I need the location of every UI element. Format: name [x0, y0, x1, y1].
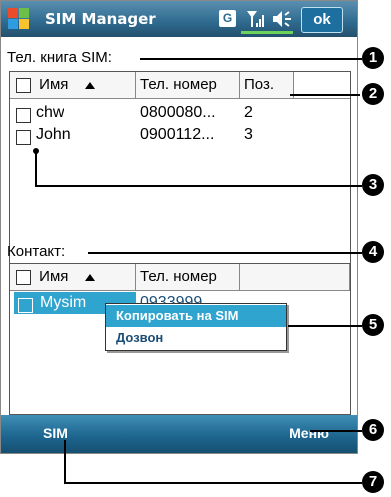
row-checkbox[interactable]	[16, 108, 31, 124]
speaker-icon[interactable]	[271, 9, 295, 29]
select-all-checkbox[interactable]	[16, 77, 31, 93]
sort-ascending-icon	[84, 273, 95, 281]
column-header-phone[interactable]: Тел. номер	[136, 264, 240, 290]
row-checkbox[interactable]	[16, 130, 31, 146]
callout-1: 1	[362, 47, 384, 69]
menu-item-copy-to-sim[interactable]: Копировать на SIM	[106, 305, 286, 327]
contacts-label: Контакт:	[7, 243, 66, 260]
device-screen: SIM Manager G ok Тел. книга SIM: Имя Тел…	[0, 0, 358, 454]
callout-line-5	[288, 325, 362, 327]
gprs-status-icon[interactable]: G	[219, 10, 236, 27]
callout-line-6	[310, 430, 362, 432]
app-title: SIM Manager	[45, 10, 156, 28]
callout-line-2	[290, 94, 360, 96]
list-item[interactable]: chw 0800080... 2	[10, 102, 350, 124]
callout-2: 2	[362, 83, 384, 105]
column-header-empty	[240, 264, 350, 290]
callout-line-4	[88, 252, 362, 254]
callout-vline-3	[35, 150, 37, 185]
contacts-list-header: Имя Тел. номер	[10, 264, 350, 291]
callout-line-1	[140, 58, 362, 60]
sim-phonebook-label: Тел. книга SIM:	[7, 49, 112, 66]
windows-flag-icon[interactable]	[7, 7, 31, 31]
contact-phone: 0900112...	[140, 126, 215, 143]
contact-position: 2	[244, 104, 253, 121]
column-header-position[interactable]: Поз.	[240, 72, 294, 98]
callout-line-3	[35, 185, 362, 187]
menu-item-dial[interactable]: Дозвон	[106, 327, 286, 349]
sort-ascending-icon	[84, 81, 95, 89]
callout-vline-7	[64, 440, 66, 482]
list-item[interactable]: John 0900112... 3	[10, 124, 350, 146]
callout-line-7	[64, 482, 362, 484]
ok-button[interactable]: ok	[301, 7, 343, 33]
column-name-label: Имя	[39, 268, 69, 285]
column-header-name[interactable]: Имя	[10, 72, 136, 98]
column-name-label: Имя	[39, 76, 69, 93]
callout-6: 6	[362, 419, 384, 441]
callout-7: 7	[362, 471, 384, 493]
menu-bar: SIM Меню	[1, 415, 357, 453]
callout-3: 3	[362, 174, 384, 196]
menu-softkey[interactable]: Меню	[289, 425, 329, 441]
signal-strength-icon[interactable]	[245, 9, 265, 29]
select-all-checkbox[interactable]	[16, 269, 31, 285]
column-header-phone[interactable]: Тел. номер	[136, 72, 240, 98]
contact-position: 3	[244, 126, 253, 143]
contact-name: chw	[36, 104, 65, 121]
sim-softkey[interactable]: SIM	[43, 425, 68, 441]
column-header-name[interactable]: Имя	[10, 264, 136, 290]
status-indicator-line	[241, 31, 293, 34]
callout-4: 4	[362, 241, 384, 263]
callout-5: 5	[362, 314, 384, 336]
context-menu: Копировать на SIM Дозвон	[105, 303, 287, 351]
sim-phonebook-list[interactable]: Имя Тел. номер Поз. chw 0800080... 2 Joh…	[9, 71, 351, 265]
contact-phone: 0800080...	[140, 104, 216, 121]
contact-name: John	[36, 126, 71, 143]
title-bar: SIM Manager G ok	[1, 1, 357, 37]
